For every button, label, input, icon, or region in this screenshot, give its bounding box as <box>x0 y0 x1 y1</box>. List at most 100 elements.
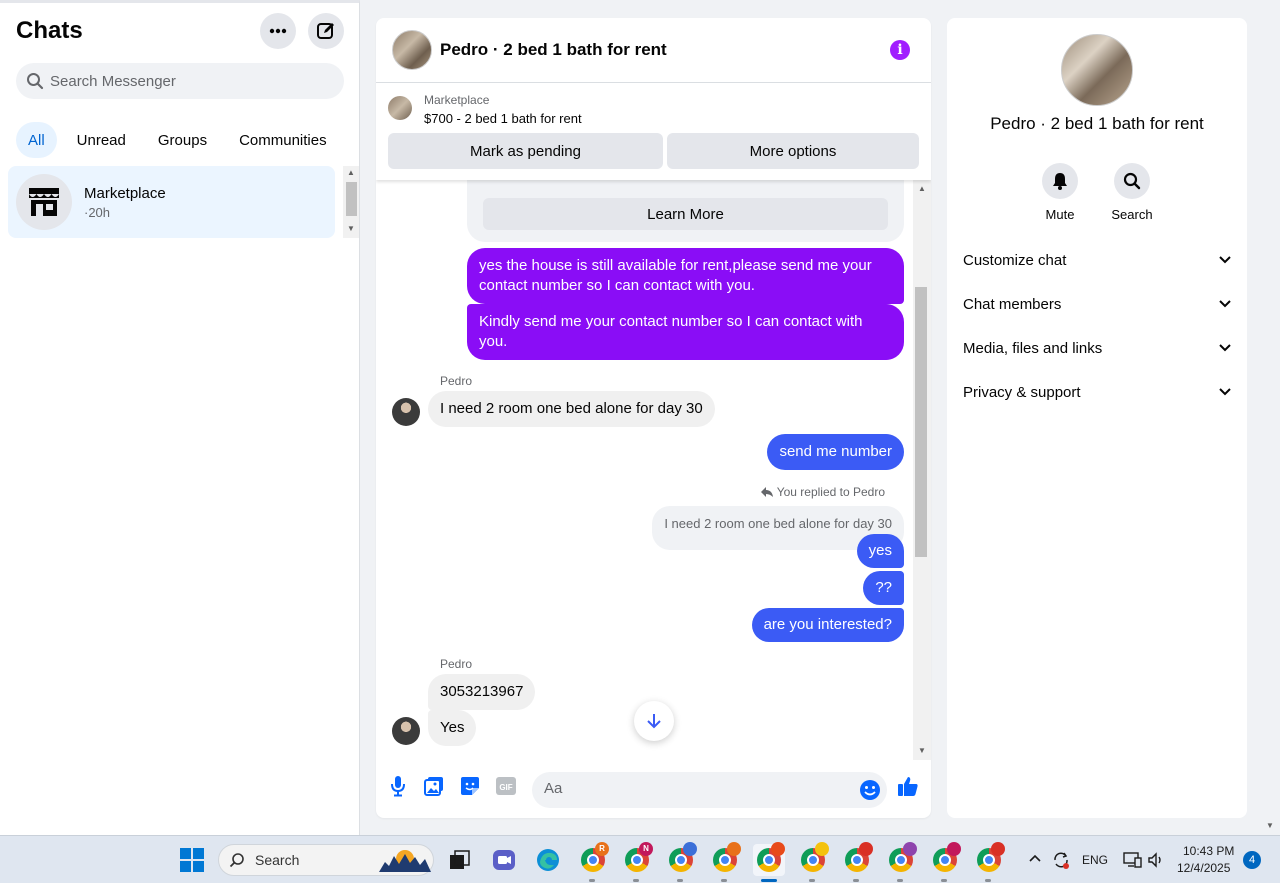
windows-taskbar: Search R N ENG 10:43 PM 12/4/2025 4 <box>0 835 1280 883</box>
chrome-profile-icon[interactable] <box>929 842 961 882</box>
scroll-down-arrow-icon[interactable]: ▼ <box>347 224 355 233</box>
more-options-button[interactable] <box>260 13 296 49</box>
scroll-up-arrow-icon[interactable]: ▲ <box>347 168 355 177</box>
edge-browser-icon[interactable] <box>532 844 564 876</box>
clock-time[interactable]: 10:43 PM <box>1183 844 1234 858</box>
page-scroll-down-arrow-icon[interactable]: ▼ <box>1266 821 1274 830</box>
chevron-up-icon[interactable] <box>1029 854 1041 862</box>
section-chat-members[interactable]: Chat members <box>963 282 1231 326</box>
chrome-profile-icon[interactable] <box>841 842 873 882</box>
chrome-profile-icon[interactable] <box>709 842 741 882</box>
clock-date[interactable]: 12/4/2025 <box>1177 861 1230 875</box>
listing-avatar[interactable] <box>1061 34 1133 106</box>
notification-badge[interactable]: 4 <box>1243 851 1261 869</box>
message-input[interactable] <box>544 780 844 797</box>
search-icon <box>1114 163 1150 199</box>
taskbar-search[interactable]: Search <box>218 844 434 876</box>
chrome-profile-icon[interactable] <box>885 842 917 882</box>
chrome-profile-icon[interactable] <box>665 842 697 882</box>
running-indicator <box>761 879 777 882</box>
message-input-box[interactable] <box>532 772 887 808</box>
section-label: Media, files and links <box>963 339 1103 357</box>
running-indicator <box>809 879 815 882</box>
search-icon <box>229 852 245 868</box>
microphone-icon[interactable] <box>386 774 410 798</box>
section-customize-chat[interactable]: Customize chat <box>963 238 1231 282</box>
new-message-button[interactable] <box>308 13 344 49</box>
outgoing-message[interactable]: Kindly send me your contact number so I … <box>467 304 904 360</box>
scroll-down-arrow-icon[interactable]: ▼ <box>918 746 926 755</box>
profile-person-icon <box>991 842 1005 856</box>
filter-all[interactable]: All <box>16 122 57 158</box>
filter-communities[interactable]: Communities <box>227 122 339 158</box>
chrome-profile-r-icon[interactable]: R <box>577 842 609 882</box>
gif-icon[interactable]: GIF <box>494 774 518 798</box>
search-messenger[interactable] <box>16 63 344 99</box>
outgoing-message[interactable]: ?? <box>863 571 904 605</box>
running-indicator <box>721 879 727 882</box>
teams-meet-icon[interactable] <box>488 844 520 876</box>
search-highlight-icon <box>379 848 431 872</box>
outgoing-message[interactable]: yes the house is still available for ren… <box>467 248 904 304</box>
network-icon[interactable] <box>1122 851 1142 869</box>
filter-groups[interactable]: Groups <box>146 122 219 158</box>
incoming-message[interactable]: Yes <box>428 710 477 746</box>
conversation-panel: Pedro · 2 bed 1 bath for rent i Marketpl… <box>376 18 931 818</box>
info-title: Pedro · 2 bed 1 bath for rent <box>990 114 1204 133</box>
chrome-profile-n-icon[interactable]: N <box>621 842 653 882</box>
scrollbar-thumb[interactable] <box>915 287 927 557</box>
chrome-active-icon[interactable] <box>753 842 785 882</box>
avatar[interactable] <box>392 398 420 426</box>
listing-avatar[interactable] <box>392 30 432 70</box>
more-options-button[interactable]: More options <box>667 133 919 169</box>
incoming-message[interactable]: 3053213967 <box>428 674 536 710</box>
info-icon[interactable]: i <box>890 40 910 60</box>
filter-unread[interactable]: Unread <box>65 122 138 158</box>
outgoing-message[interactable]: yes <box>856 534 904 568</box>
message-scrollbar[interactable]: ▲ ▼ <box>913 180 931 760</box>
photo-icon[interactable] <box>422 774 446 798</box>
volume-icon[interactable] <box>1147 851 1165 869</box>
chrome-profile-icon[interactable] <box>973 842 1005 882</box>
listing-title[interactable]: $700 - 2 bed 1 bath for rent <box>424 111 582 126</box>
thumbs-up-icon[interactable] <box>896 774 920 798</box>
search-input[interactable] <box>50 72 320 90</box>
language-indicator[interactable]: ENG <box>1082 853 1108 867</box>
profile-badge: N <box>639 842 653 856</box>
chevron-down-icon <box>1219 344 1231 352</box>
running-indicator <box>941 879 947 882</box>
windows-start-icon[interactable] <box>180 848 204 872</box>
chat-list-item[interactable]: Marketplace ·20h <box>8 166 335 238</box>
chevron-down-icon <box>1219 256 1231 264</box>
learn-more-button[interactable]: Learn More <box>483 198 888 230</box>
chat-filters: All Unread Groups Communities <box>16 122 339 158</box>
sidebar-scrollbar[interactable]: ▲ ▼ <box>343 166 359 238</box>
incoming-message[interactable]: I need 2 room one bed alone for day 30 <box>428 391 715 427</box>
section-label: Privacy & support <box>963 383 1081 401</box>
outgoing-message[interactable]: send me number <box>767 434 904 470</box>
chevron-down-icon <box>1219 300 1231 308</box>
ellipsis-icon <box>269 28 287 34</box>
search-conversation-button[interactable]: Search <box>1097 163 1167 222</box>
outgoing-message[interactable]: are you interested? <box>751 608 904 642</box>
mark-as-pending-button[interactable]: Mark as pending <box>388 133 663 169</box>
conversation-title[interactable]: Pedro · 2 bed 1 bath for rent <box>440 40 667 60</box>
mute-button[interactable]: Mute <box>1025 163 1095 222</box>
reply-arrow-icon <box>760 487 773 497</box>
scroll-to-bottom-button[interactable] <box>634 701 674 741</box>
scrollbar-thumb[interactable] <box>346 182 357 216</box>
chrome-profile-icon[interactable] <box>797 842 829 882</box>
sender-name: Pedro <box>440 657 473 671</box>
scroll-up-arrow-icon[interactable]: ▲ <box>918 184 926 193</box>
emoji-icon[interactable] <box>859 779 881 801</box>
chat-name: Marketplace <box>84 184 166 202</box>
section-media-files-links[interactable]: Media, files and links <box>963 326 1231 370</box>
sync-icon[interactable] <box>1051 850 1071 870</box>
avatar[interactable] <box>392 717 420 745</box>
marketplace-label: Marketplace <box>424 93 490 107</box>
listing-thumbnail <box>388 96 412 120</box>
sticker-icon[interactable] <box>458 774 482 798</box>
section-privacy-support[interactable]: Privacy & support <box>963 370 1231 414</box>
profile-person-icon <box>815 842 829 856</box>
task-view-icon[interactable] <box>444 844 476 876</box>
